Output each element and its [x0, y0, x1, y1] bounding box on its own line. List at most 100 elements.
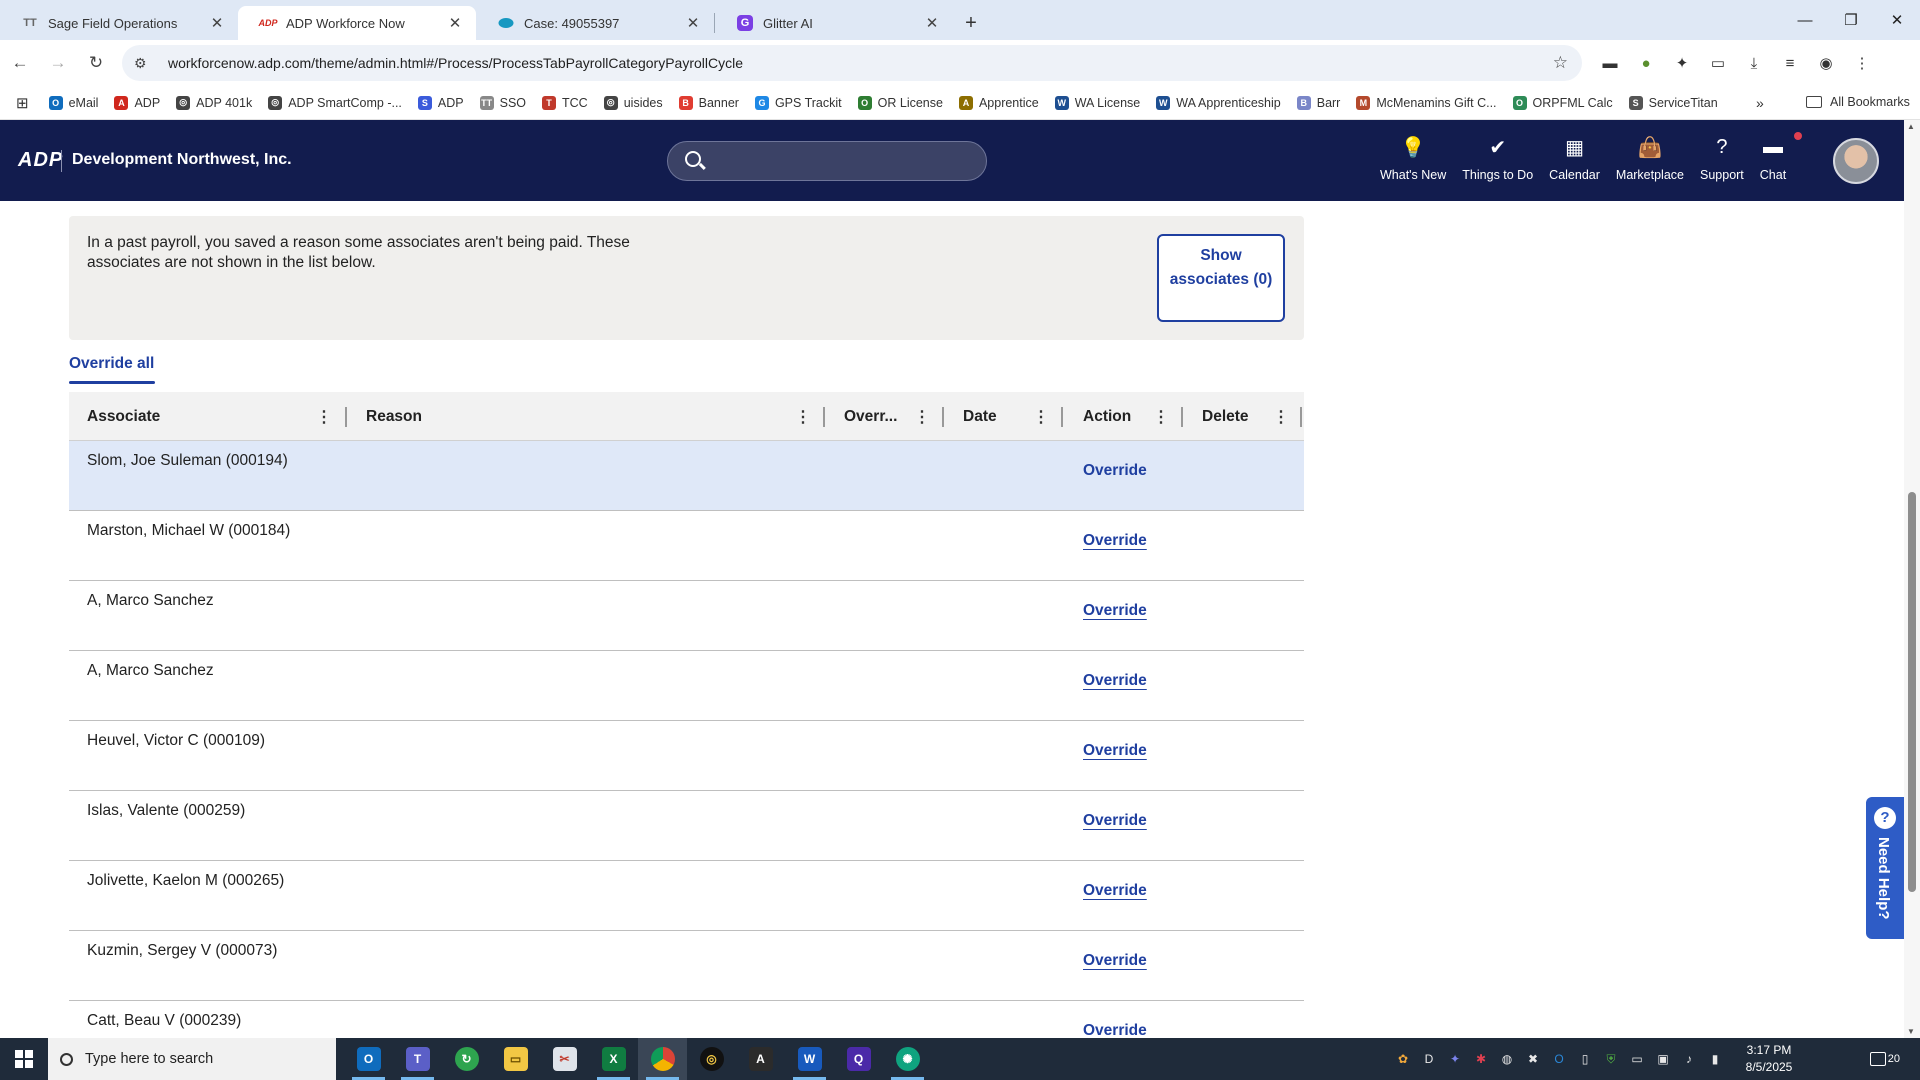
column-menu-icon[interactable]: ⋮ — [795, 392, 811, 441]
bookmark-item[interactable]: OeMail — [48, 95, 98, 110]
header-nav-calendar[interactable]: ▦ Calendar — [1549, 134, 1600, 183]
column-resize-handle[interactable] — [1061, 407, 1063, 427]
column-resize-handle[interactable] — [942, 407, 944, 427]
close-window-icon[interactable]: ✕ — [1874, 0, 1920, 40]
override-link[interactable]: Override — [1083, 602, 1147, 620]
sync-app-icon[interactable]: ↻ — [442, 1038, 491, 1080]
excel-app-icon[interactable]: X — [589, 1038, 638, 1080]
browser-tab-glitter[interactable]: G Glitter AI ✕ — [715, 6, 953, 40]
new-tab-button[interactable]: + — [953, 6, 989, 40]
adp-logo[interactable]: ADP — [18, 149, 63, 172]
bookmark-item[interactable]: S ADP — [417, 95, 464, 110]
taskbar-search-box[interactable]: Type here to search — [48, 1038, 336, 1080]
tray-battery-icon[interactable]: ▭ — [1624, 1052, 1650, 1066]
tray-teams-icon[interactable]: ✦ — [1442, 1052, 1468, 1066]
header-nav-things-to-do[interactable]: ✔ Things to Do — [1462, 132, 1803, 182]
bookmark-item[interactable]: G GPS Trackit — [754, 95, 842, 110]
override-link[interactable]: Override — [1083, 1022, 1147, 1038]
tray-app-icon[interactable]: ✿ — [1390, 1052, 1416, 1066]
column-resize-handle[interactable] — [823, 407, 825, 427]
column-resize-handle[interactable] — [1181, 407, 1183, 427]
browser-tab-case[interactable]: Case: 49055397 ✕ — [476, 6, 714, 40]
tray-outlook-icon[interactable]: O — [1546, 1052, 1572, 1066]
start-button[interactable] — [0, 1038, 48, 1080]
media-control-icon[interactable]: ≡ — [1772, 46, 1808, 80]
browser-tab-adp[interactable]: ADP ADP Workforce Now ✕ — [238, 6, 476, 40]
column-menu-icon[interactable]: ⋮ — [914, 392, 930, 441]
bookmark-item[interactable]: B Banner — [678, 95, 739, 110]
scroll-up-arrow-icon[interactable]: ▲ — [1907, 122, 1915, 131]
bookmark-item[interactable]: TT SSO — [479, 95, 526, 110]
page-scrollbar[interactable]: ▲ ▼ — [1904, 120, 1920, 1038]
snipping-tool-icon[interactable]: ✂ — [540, 1038, 589, 1080]
table-row[interactable]: Catt, Beau V (000239) Override — [69, 1001, 1304, 1038]
tray-app-icon[interactable]: ✖ — [1520, 1052, 1546, 1066]
override-link[interactable]: Override — [1083, 532, 1147, 550]
header-nav-support[interactable]: ? Support — [1700, 134, 1744, 183]
chrome-app-icon[interactable] — [638, 1038, 687, 1080]
profile-icon[interactable]: ◉ — [1808, 46, 1844, 80]
bookmark-item[interactable]: S ServiceTitan — [1628, 95, 1718, 110]
bookmark-item[interactable]: O OR License — [857, 95, 943, 110]
override-link[interactable]: Override — [1083, 952, 1147, 970]
column-resize-handle[interactable] — [1300, 407, 1302, 427]
tray-usb-icon[interactable]: ▯ — [1572, 1052, 1598, 1066]
bookmark-item[interactable]: A ADP — [114, 95, 160, 110]
back-arrow-icon[interactable]: ← — [2, 45, 38, 81]
user-avatar[interactable] — [1833, 138, 1879, 184]
tray-app-icon[interactable]: ◍ — [1494, 1052, 1520, 1066]
column-menu-icon[interactable]: ⋮ — [1153, 392, 1169, 441]
header-nav-chat[interactable]: ▬ Chat — [1760, 134, 1786, 183]
tray-shield-icon[interactable]: ⛨ — [1598, 1052, 1624, 1067]
table-row[interactable]: A, Marco Sanchez Override — [69, 581, 1304, 651]
file-explorer-icon[interactable]: ▭ — [491, 1038, 540, 1080]
reload-icon[interactable]: ↻ — [78, 45, 114, 81]
bookmark-item[interactable]: W WA License — [1054, 95, 1140, 110]
restore-icon[interactable]: ❐ — [1828, 0, 1874, 40]
column-header-action[interactable]: Action — [1083, 392, 1131, 441]
scrollbar-thumb[interactable] — [1908, 492, 1916, 892]
bookmark-star-icon[interactable]: ☆ — [1553, 53, 1568, 73]
close-icon[interactable]: ✕ — [684, 14, 702, 32]
column-header-reason[interactable]: Reason — [366, 392, 422, 441]
override-link[interactable]: Override — [1083, 742, 1147, 760]
extension-icon[interactable]: ● — [1628, 46, 1664, 80]
cast-icon[interactable]: ▭ — [1700, 46, 1736, 80]
minimize-icon[interactable]: — — [1782, 0, 1828, 40]
bookmark-item[interactable]: ◎ uisides — [603, 95, 663, 110]
menu-kebab-icon[interactable]: ⋮ — [1844, 46, 1880, 80]
need-help-tab[interactable]: ? Need Help? — [1866, 797, 1904, 939]
bookmark-item[interactable]: B Barr — [1296, 95, 1340, 110]
global-search-input[interactable] — [667, 141, 987, 181]
close-icon[interactable]: ✕ — [208, 14, 226, 32]
forward-arrow-icon[interactable]: → — [40, 45, 76, 81]
column-menu-icon[interactable]: ⋮ — [1033, 392, 1049, 441]
address-bar[interactable]: ⚙ workforcenow.adp.com/theme/admin.html#… — [122, 45, 1582, 81]
word-app-icon[interactable]: W — [785, 1038, 834, 1080]
override-all-link[interactable]: Override all — [69, 355, 154, 373]
extensions-puzzle-icon[interactable]: ✦ — [1664, 46, 1700, 80]
table-row[interactable]: A, Marco Sanchez Override — [69, 651, 1304, 721]
bookmark-item[interactable]: A Apprentice — [958, 95, 1039, 110]
close-icon[interactable]: ✕ — [923, 14, 941, 32]
override-link[interactable]: Override — [1083, 812, 1147, 830]
notification-center-button[interactable]: 20 — [1870, 1046, 1900, 1072]
show-associates-button[interactable]: Show associates (0) — [1157, 234, 1285, 322]
app-icon-purple[interactable]: Q — [834, 1038, 883, 1080]
table-row[interactable]: Heuvel, Victor C (000109) Override — [69, 721, 1304, 791]
column-menu-icon[interactable]: ⋮ — [316, 392, 332, 441]
outlook-app-icon[interactable]: O — [344, 1038, 393, 1080]
tray-app-icon[interactable]: ✱ — [1468, 1052, 1494, 1066]
bookmark-item[interactable]: ◎ ADP SmartComp -... — [268, 95, 402, 110]
chatgpt-app-icon[interactable]: ✺ — [883, 1038, 932, 1080]
apps-grid-icon[interactable]: ⊞ — [16, 94, 29, 112]
header-nav-marketplace[interactable]: 👜 Marketplace — [1616, 134, 1684, 183]
header-nav-what-s-new[interactable]: 💡 What's New — [1380, 134, 1446, 183]
site-info-icon[interactable]: ⚙ — [134, 55, 158, 72]
table-row[interactable]: Slom, Joe Suleman (000194) Override — [69, 441, 1304, 511]
download-icon[interactable]: ⤓ — [1736, 46, 1772, 80]
column-header-date[interactable]: Date — [963, 392, 997, 441]
close-icon[interactable]: ✕ — [446, 14, 464, 32]
app-icon-dark[interactable]: ◎ — [687, 1038, 736, 1080]
taskbar-clock[interactable]: 3:17 PM 8/5/2025 — [1724, 1042, 1814, 1076]
